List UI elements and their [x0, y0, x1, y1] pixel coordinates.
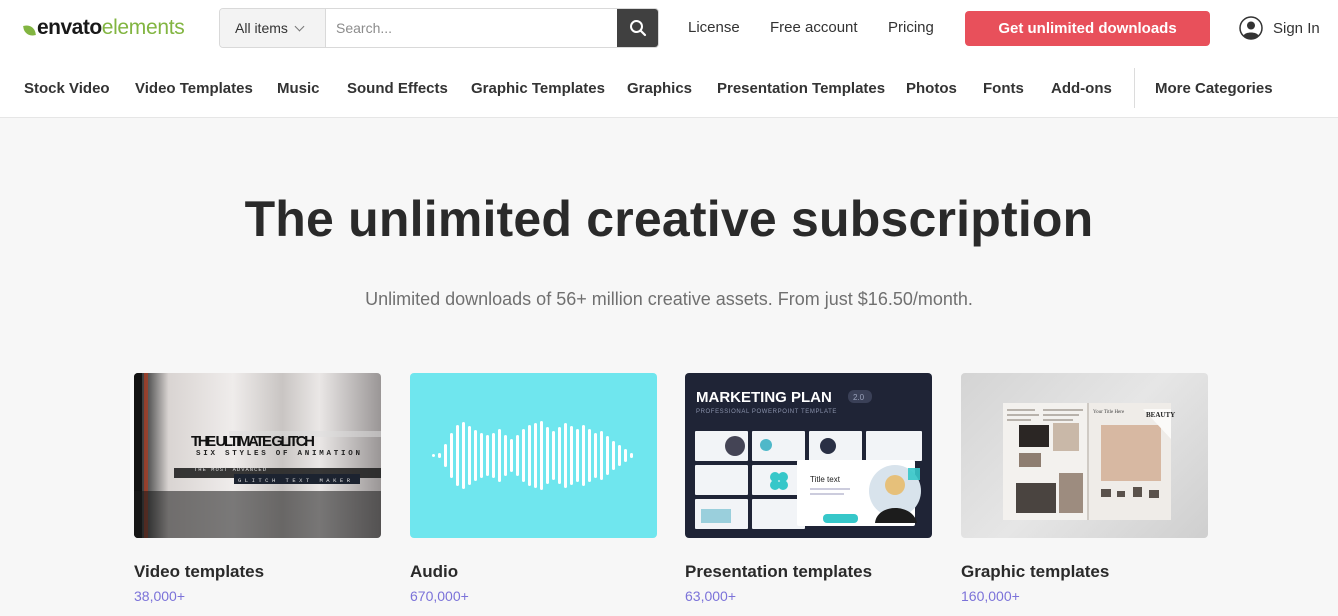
logo-word-envato: envato	[37, 16, 102, 39]
sign-in-label: Sign In	[1273, 19, 1320, 37]
card-presentation-templates[interactable]: MARKETING PLAN 2.0 PROFESSIONAL POWERPOI…	[685, 373, 932, 604]
category-add-ons[interactable]: Add-ons	[1051, 80, 1112, 97]
category-more[interactable]: More Categories	[1155, 80, 1273, 97]
card-count: 63,000+	[685, 588, 736, 604]
search-scope-dropdown[interactable]: All items	[220, 9, 326, 47]
presentation-templates-thumbnail: MARKETING PLAN 2.0 PROFESSIONAL POWERPOI…	[685, 373, 932, 538]
card-graphic-templates[interactable]: BEAUTY Your Title Here Graphic templates…	[961, 373, 1208, 604]
presentation-thumb-subtitle: PROFESSIONAL POWERPOINT TEMPLATE	[696, 409, 837, 415]
envato-elements-logo[interactable]: envato elements	[23, 14, 185, 42]
hero-title: The unlimited creative subscription	[244, 191, 1094, 247]
video-thumb-title: THE ULTIMATE GLITCH	[191, 433, 315, 450]
card-title: Audio	[410, 562, 459, 581]
search-icon	[629, 20, 646, 37]
search-button[interactable]	[617, 9, 658, 47]
video-thumb-line4: GLITCH TEXT MAKER	[238, 477, 351, 484]
presentation-thumb-art: MARKETING PLAN 2.0 PROFESSIONAL POWERPOI…	[695, 389, 922, 529]
presentation-thumb-badge: 2.0	[853, 393, 865, 402]
graphic-thumb-art: BEAUTY Your Title Here	[1003, 403, 1175, 520]
search-bar: All items	[219, 8, 659, 48]
category-sound-effects[interactable]: Sound Effects	[347, 80, 448, 97]
video-templates-thumbnail: THE ULTIMATE GLITCH SIX STYLES OF ANIMAT…	[134, 373, 381, 538]
search-scope-label: All items	[235, 20, 288, 36]
graphic-templates-thumbnail: BEAUTY Your Title Here	[961, 373, 1208, 538]
card-title: Video templates	[134, 562, 265, 581]
category-stock-video[interactable]: Stock Video	[24, 80, 110, 97]
video-thumb-subtitle: SIX STYLES OF ANIMATION	[196, 450, 360, 458]
card-count: 38,000+	[134, 588, 185, 604]
video-thumb-art: THE ULTIMATE GLITCH SIX STYLES OF ANIMAT…	[134, 373, 381, 538]
leaf-icon	[23, 23, 36, 37]
top-header: envato elements All items License Free a…	[0, 0, 1338, 118]
logo-word-elements: elements	[101, 16, 185, 39]
waveform-icon	[432, 421, 633, 490]
category-presentation-templates[interactable]: Presentation Templates	[717, 80, 885, 97]
category-photos[interactable]: Photos	[906, 80, 957, 97]
category-graphic-templates[interactable]: Graphic Templates	[471, 80, 605, 97]
presentation-thumb-title: MARKETING PLAN	[696, 389, 832, 406]
search-input[interactable]	[326, 9, 617, 47]
user-avatar-icon	[1239, 16, 1263, 40]
sign-in-button[interactable]: Sign In	[1239, 16, 1320, 40]
card-title: Presentation templates	[685, 562, 873, 581]
card-video-templates[interactable]: THE ULTIMATE GLITCH SIX STYLES OF ANIMAT…	[134, 373, 381, 604]
category-graphics[interactable]: Graphics	[627, 80, 692, 97]
category-video-templates[interactable]: Video Templates	[135, 80, 253, 97]
card-count: 160,000+	[961, 588, 1020, 604]
pricing-link[interactable]: Pricing	[888, 19, 934, 36]
get-unlimited-downloads-button[interactable]: Get unlimited downloads	[965, 11, 1210, 46]
presentation-thumb-slide-title: Title text	[810, 475, 841, 484]
card-audio[interactable]: Audio 670,000+	[410, 373, 657, 604]
graphic-thumb-heading: BEAUTY	[1146, 411, 1175, 419]
chevron-down-icon	[294, 21, 305, 31]
card-count: 670,000+	[410, 588, 469, 604]
audio-thumbnail	[410, 373, 657, 538]
card-title: Graphic templates	[961, 562, 1110, 581]
graphic-thumb-page-title: Your Title Here	[1093, 410, 1125, 415]
free-account-link[interactable]: Free account	[770, 19, 858, 36]
category-divider	[1134, 68, 1135, 108]
video-thumb-line3: THE MOST ADVANCED	[194, 466, 267, 473]
hero-subtitle: Unlimited downloads of 56+ million creat…	[365, 289, 973, 309]
license-link[interactable]: License	[688, 19, 740, 36]
category-fonts[interactable]: Fonts	[983, 80, 1024, 97]
category-nav: Stock Video Video Templates Music Sound …	[0, 68, 1338, 108]
category-music[interactable]: Music	[277, 80, 320, 97]
